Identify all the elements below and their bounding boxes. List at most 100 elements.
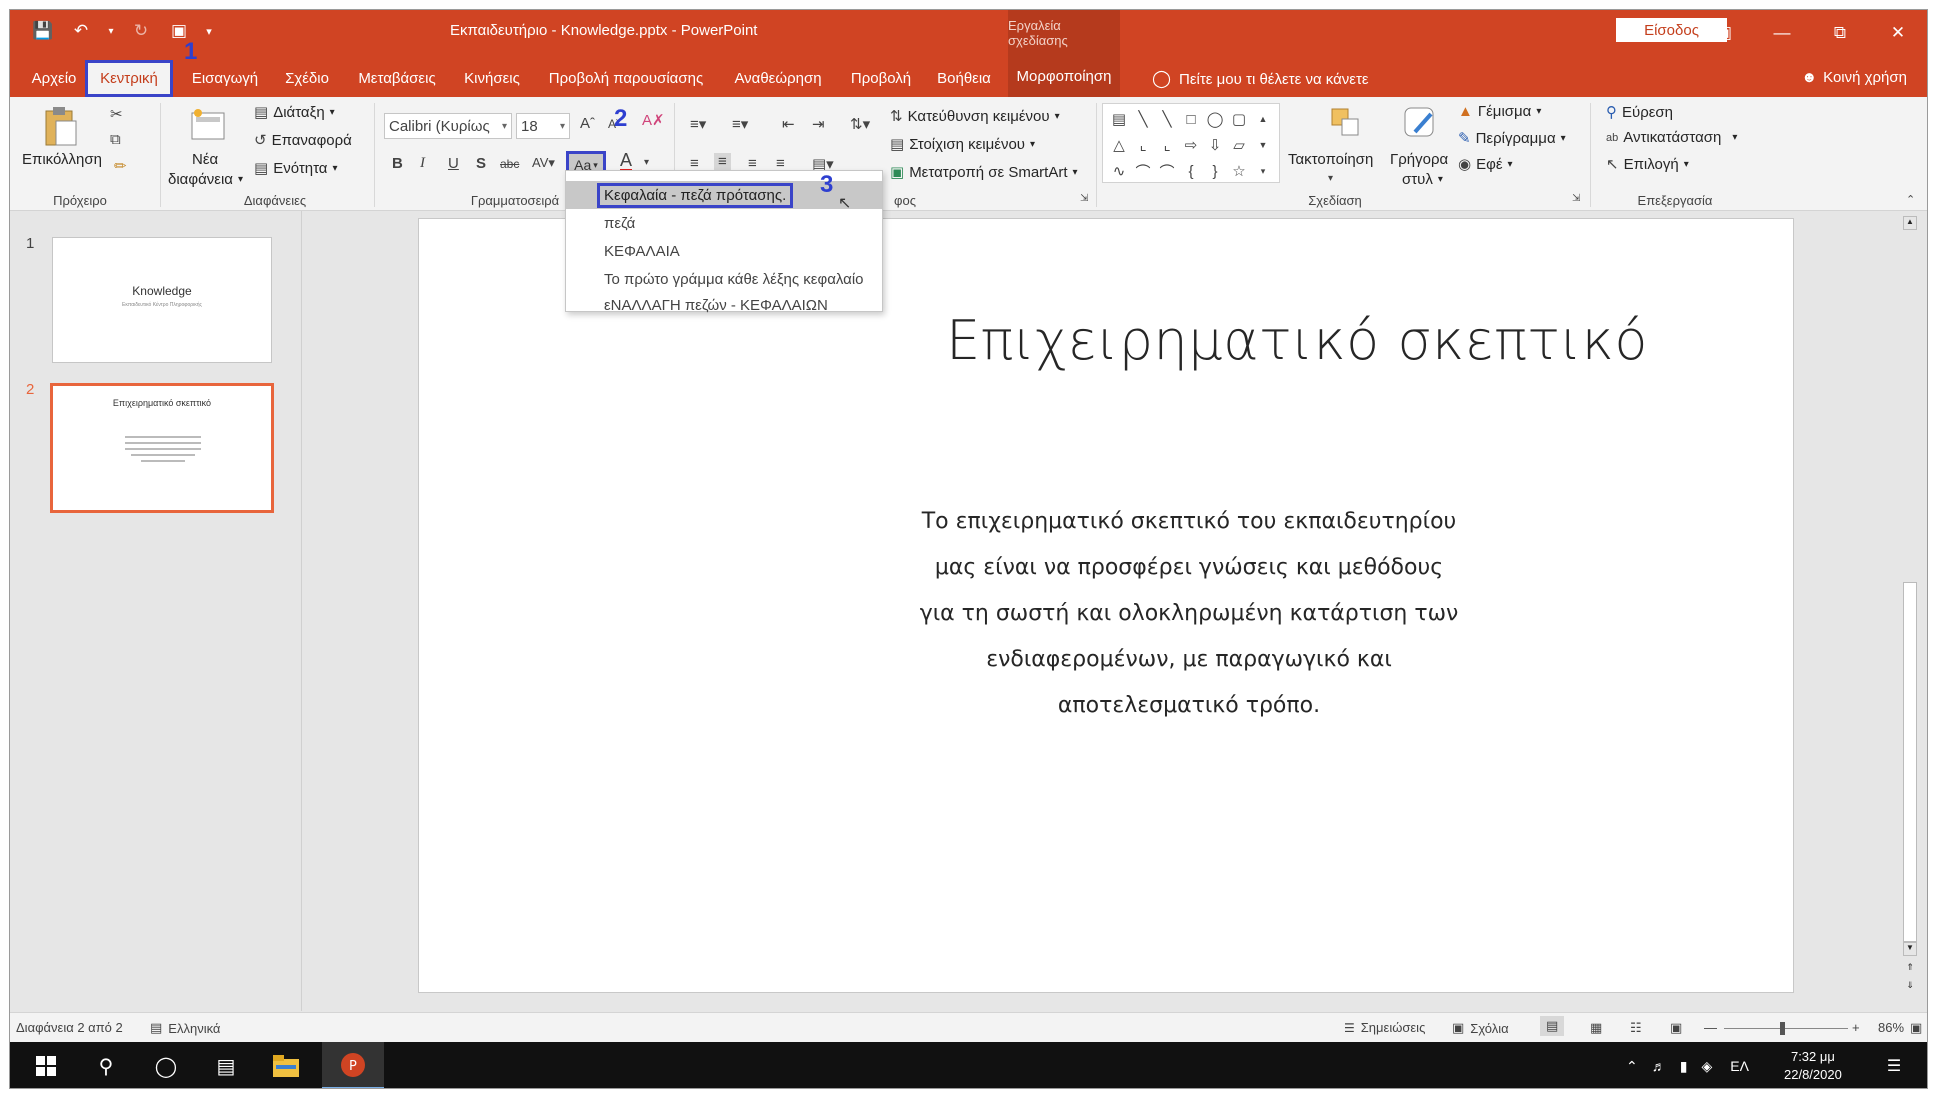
zoom-slider-thumb[interactable] [1780, 1022, 1785, 1035]
shape-fill-button[interactable]: ▲ Γέμισμα ▾ [1458, 103, 1541, 120]
left-brace-shape-icon[interactable]: { [1179, 158, 1203, 184]
notes-button[interactable]: ☰ Σημειώσεις [1344, 1020, 1425, 1035]
undo-icon[interactable]: ↶ [68, 18, 94, 44]
tell-me-box[interactable]: ◯ Πείτε μου τι θέλετε να κάνετε [1152, 69, 1369, 89]
rectangle-shape-icon[interactable]: □ [1179, 106, 1203, 132]
align-center-icon[interactable]: ≡ [714, 153, 731, 170]
battery-icon[interactable]: ▮ [1680, 1058, 1688, 1075]
tab-transitions[interactable]: Μεταβάσεις [348, 63, 446, 93]
slide-sorter-icon[interactable]: ▦ [1590, 1020, 1602, 1036]
search-taskbar-icon[interactable]: ⚲ [82, 1042, 130, 1088]
decrease-indent-icon[interactable]: ⇤ [782, 115, 795, 133]
rounded-rect-shape-icon[interactable]: ▢ [1227, 106, 1251, 132]
font-size-box[interactable]: 18 ▾ [516, 113, 570, 139]
slide-thumbnail-2[interactable]: Επιχειρηματικό σκεπτικό [50, 383, 274, 513]
paste-icon[interactable] [40, 103, 80, 149]
right-arrow-shape-icon[interactable]: ⇨ [1179, 132, 1203, 158]
customize-qat-icon[interactable]: ▾ [204, 18, 214, 44]
shadow-icon[interactable]: S [476, 155, 486, 172]
font-name-box[interactable]: Calibri (Κυρίως ▾ [384, 113, 512, 139]
tab-help[interactable]: Βοήθεια [926, 63, 1002, 93]
drawing-launcher-icon[interactable]: ⇲ [1572, 193, 1580, 204]
tab-home[interactable]: Κεντρική [85, 60, 173, 97]
arrange-dropdown-icon[interactable]: ▾ [1328, 173, 1333, 184]
shape-effects-button[interactable]: ◉ Εφέ ▾ [1458, 155, 1513, 174]
replace-button[interactable]: ab Αντικατάσταση ▾ [1606, 129, 1737, 146]
slide-canvas[interactable]: Επιχειρηματικό σκεπτικό Το επιχειρηματικ… [418, 218, 1794, 993]
menu-item-lowercase[interactable]: πεζά [566, 209, 882, 237]
show-hidden-icons-icon[interactable]: ⌃ [1626, 1058, 1638, 1075]
tab-format[interactable]: Μορφοποίηση [1008, 55, 1120, 97]
triangle-shape-icon[interactable]: △ [1107, 132, 1131, 158]
font-name-dropdown-icon[interactable]: ▾ [502, 121, 507, 132]
strikethrough-icon[interactable]: abc [500, 157, 519, 171]
menu-item-sentence-case[interactable]: Κεφαλαία - πεζά πρότασης. [566, 181, 882, 209]
share-button[interactable]: ☻ Κοινή χρήση [1801, 69, 1907, 86]
arc-shape-icon[interactable]: ⌒ [1131, 158, 1155, 184]
zoom-in-icon[interactable]: + [1852, 1020, 1860, 1035]
clock[interactable]: 7:32 μμ 22/8/2020 [1784, 1042, 1842, 1088]
shape-outline-button[interactable]: ✎ Περίγραμμα ▾ [1458, 129, 1566, 148]
quick-styles-label-1[interactable]: Γρήγορα [1390, 151, 1448, 168]
tab-design[interactable]: Σχέδιο [274, 63, 340, 93]
increase-indent-icon[interactable]: ⇥ [812, 115, 825, 133]
connector-shape-2-icon[interactable]: ⌞ [1155, 132, 1179, 158]
format-painter-icon[interactable]: ✏ [114, 157, 127, 175]
cut-icon[interactable]: ✂ [110, 105, 123, 123]
curve-shape-icon[interactable]: ∿ [1107, 158, 1131, 184]
menu-item-toggle-case[interactable]: εΝΑΛΛΑΓΗ πεζών - ΚΕΦΑΛΑΙΩΝ [566, 291, 882, 319]
copy-icon[interactable]: ⧉ [110, 131, 121, 148]
ribbon-display-options-icon[interactable]: ▣ [1695, 10, 1753, 55]
comments-button[interactable]: ▣ Σχόλια [1452, 1020, 1509, 1036]
tab-view[interactable]: Προβολή [842, 63, 920, 93]
slide-show-icon[interactable]: ▣ [1670, 1020, 1682, 1036]
tab-file[interactable]: Αρχείο [18, 63, 90, 93]
section-button[interactable]: ▤ Ενότητα ▾ [254, 159, 338, 178]
shapes-gallery[interactable]: ▤ ╲ ╲ □ ◯ ▢ ▲ △ ⌞ ⌞ ⇨ ⇩ ▱ ▼ ∿ ⌒ ⌒ { } ☆ … [1102, 103, 1280, 183]
collapse-ribbon-icon[interactable]: ⌃ [1906, 193, 1915, 206]
zoom-slider[interactable] [1724, 1022, 1848, 1035]
new-slide-icon[interactable] [186, 103, 230, 147]
paragraph-launcher-icon[interactable]: ⇲ [1080, 193, 1088, 204]
freeform-shape-icon[interactable]: ▱ [1227, 132, 1251, 158]
minimize-icon[interactable]: — [1753, 10, 1811, 55]
clear-formatting-icon[interactable]: A✗ [642, 111, 665, 129]
line-shape-icon[interactable]: ╲ [1131, 106, 1155, 132]
zoom-out-icon[interactable]: — [1704, 1020, 1717, 1035]
tab-insert[interactable]: Εισαγωγή [182, 63, 268, 93]
select-button[interactable]: ↖ Επιλογή ▾ [1606, 155, 1689, 174]
bullets-icon[interactable]: ≡▾ [690, 115, 706, 133]
file-explorer-icon[interactable] [262, 1042, 310, 1088]
down-arrow-shape-icon[interactable]: ⇩ [1203, 132, 1227, 158]
action-center-icon[interactable]: ☰ [1874, 1042, 1914, 1088]
smartart-button[interactable]: ▣ Μετατροπή σε SmartArt ▾ [890, 163, 1078, 182]
tab-review[interactable]: Αναθεώρηση [722, 63, 834, 93]
arrange-button[interactable]: Τακτοποίηση [1288, 151, 1373, 168]
tab-animations[interactable]: Κινήσεις [454, 63, 530, 93]
font-color-dropdown-icon[interactable]: ▾ [644, 157, 649, 168]
previous-slide-icon[interactable]: ⇑ [1903, 962, 1917, 973]
task-view-icon[interactable]: ▤ [202, 1042, 250, 1088]
reading-view-icon[interactable]: ☷ [1630, 1020, 1642, 1036]
menu-item-capitalize-each-word[interactable]: Το πρώτο γράμμα κάθε λέξης κεφαλαίο [566, 265, 882, 293]
bold-icon[interactable]: B [392, 155, 403, 172]
vertical-scrollbar[interactable]: ▲ ▼ ⇑ ⇓ [1901, 216, 1919, 1006]
quick-styles-button[interactable]: στυλ ▾ [1402, 171, 1443, 188]
new-slide-label-1[interactable]: Νέα [192, 151, 218, 168]
text-direction-button[interactable]: ⇅ Κατεύθυνση κειμένου ▾ [890, 107, 1060, 126]
fit-slide-icon[interactable]: ▣ [1910, 1020, 1922, 1036]
right-brace-shape-icon[interactable]: } [1203, 158, 1227, 184]
scroll-up-icon[interactable]: ▲ [1903, 216, 1917, 230]
star-shape-icon[interactable]: ☆ [1227, 158, 1251, 184]
numbering-icon[interactable]: ≡▾ [732, 115, 748, 133]
layout-button[interactable]: ▤ Διάταξη ▾ [254, 103, 335, 122]
redo-icon[interactable]: ↻ [128, 18, 154, 44]
next-slide-icon[interactable]: ⇓ [1903, 980, 1917, 991]
arrange-icon[interactable] [1326, 103, 1366, 143]
line-spacing-icon[interactable]: ⇅▾ [850, 115, 870, 133]
scrollbar-thumb[interactable] [1903, 582, 1917, 942]
gallery-more-icon[interactable]: ▾ [1251, 158, 1275, 184]
windows-start-icon[interactable] [22, 1042, 70, 1088]
italic-icon[interactable]: I [420, 155, 425, 172]
reset-button[interactable]: ↺ Επαναφορά [254, 131, 352, 150]
